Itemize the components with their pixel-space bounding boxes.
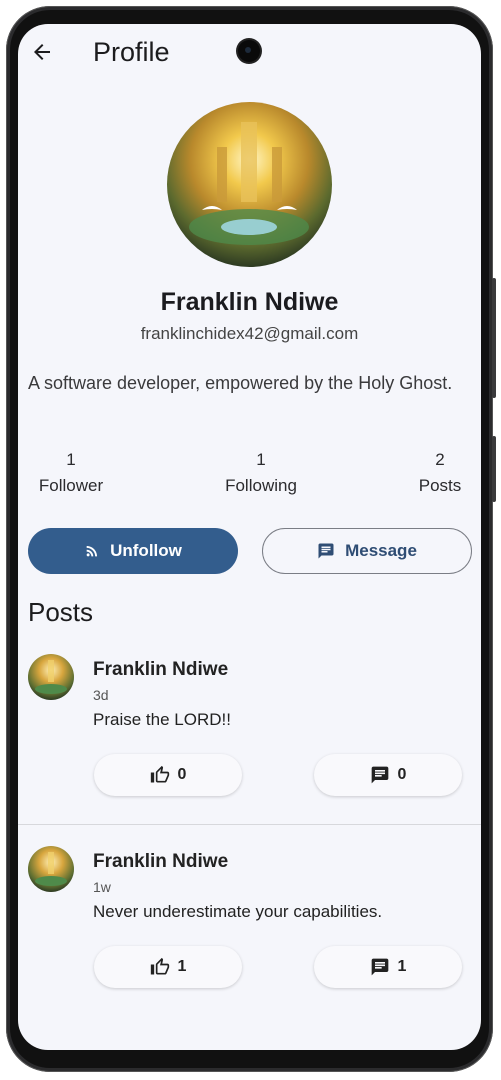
profile-avatar: [167, 102, 332, 267]
avatar-image: [167, 102, 332, 267]
thumb-up-icon: [150, 957, 170, 977]
stat-posts[interactable]: 2 Posts: [408, 450, 472, 496]
like-button[interactable]: 1: [94, 946, 242, 988]
post-avatar[interactable]: [28, 654, 74, 700]
posts-heading: Posts: [28, 597, 94, 627]
unfollow-button[interactable]: Unfollow: [28, 528, 238, 574]
arrow-back-icon: [34, 44, 50, 60]
rss-feed-icon: [84, 543, 100, 559]
unfollow-label: Unfollow: [110, 541, 182, 560]
volume-button: [492, 278, 496, 398]
profile-name: Franklin Ndiwe: [160, 288, 339, 316]
stat-following[interactable]: 1 Following: [213, 450, 309, 496]
back-button[interactable]: [28, 38, 56, 66]
comment-button[interactable]: 1: [314, 946, 462, 988]
stat-followers-label: Follower: [38, 476, 104, 495]
avatar-image: [28, 846, 74, 892]
like-count: 0: [177, 766, 187, 783]
post-divider: [18, 824, 481, 825]
front-camera: [238, 40, 260, 62]
post-content: Praise the LORD!!: [93, 710, 231, 729]
stat-posts-count: 2: [435, 450, 445, 469]
avatar-image: [28, 654, 74, 700]
comment-icon: [370, 957, 390, 977]
post-avatar[interactable]: [28, 846, 74, 892]
like-count: 1: [177, 958, 187, 975]
like-button[interactable]: 0: [94, 754, 242, 796]
post-author[interactable]: Franklin Ndiwe: [93, 851, 228, 873]
profile-stats: 1 Follower 1 Following 2 Posts: [18, 450, 481, 500]
comment-count: 1: [397, 958, 407, 975]
app-screen: Profile Franklin Ndiwe franklinchidex42@…: [18, 24, 481, 1050]
message-label: Message: [345, 541, 417, 560]
stat-following-label: Following: [225, 476, 297, 495]
post-timestamp: 3d: [93, 687, 109, 703]
message-button[interactable]: Message: [262, 528, 472, 574]
stat-posts-label: Posts: [418, 476, 462, 495]
stat-followers[interactable]: 1 Follower: [31, 450, 111, 496]
post-card: Franklin Ndiwe 3d Praise the LORD!! 0 0: [18, 654, 481, 834]
stat-following-count: 1: [256, 450, 266, 469]
comment-button[interactable]: 0: [314, 754, 462, 796]
comment-icon: [370, 765, 390, 785]
post-content: Never underestimate your capabilities.: [93, 902, 383, 921]
stat-followers-count: 1: [66, 450, 76, 469]
post-card: Franklin Ndiwe 1w Never underestimate yo…: [18, 846, 481, 1026]
profile-email: franklinchidex42@gmail.com: [140, 324, 359, 343]
post-timestamp: 1w: [93, 879, 111, 895]
power-button: [492, 436, 496, 502]
profile-bio: A software developer, empowered by the H…: [28, 373, 453, 393]
post-author[interactable]: Franklin Ndiwe: [93, 659, 228, 681]
page-title: Profile: [93, 37, 170, 67]
thumb-up-icon: [150, 765, 170, 785]
comment-count: 0: [397, 766, 407, 783]
message-icon: [317, 542, 335, 560]
